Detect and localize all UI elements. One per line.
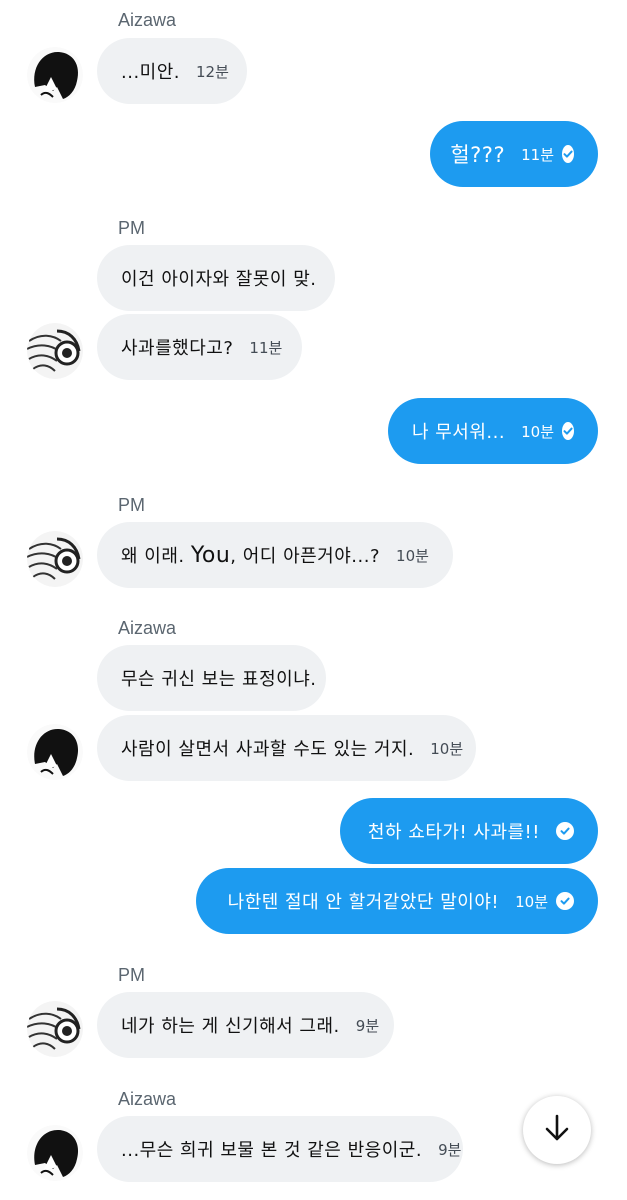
sender-name: PM [118, 218, 145, 238]
message-time: 9분 [438, 1140, 462, 1159]
message-text: 사람이 살면서 사과할 수도 있는 거지. [121, 739, 415, 760]
message-bubble-incoming[interactable]: 사과를했다고? 11분 [97, 314, 302, 380]
message-bubble-incoming[interactable]: 이건 아이자와 잘못이 맞. [97, 245, 335, 311]
message-time: 10분 [515, 892, 548, 911]
check-circle-icon [556, 822, 574, 840]
sender-name: PM [118, 495, 145, 515]
sender-name: Aizawa [118, 618, 177, 638]
message-text: 무슨 귀신 보는 표정이냐. [121, 669, 317, 690]
check-circle-icon [562, 422, 574, 440]
message-text: 네가 하는 게 신기해서 그래. [121, 1016, 340, 1037]
avatar-aizawa[interactable] [27, 47, 83, 103]
sender-name: PM [118, 965, 145, 985]
avatar-pm[interactable] [27, 323, 83, 379]
message-text-part: You [190, 543, 231, 568]
message-text: 이건 아이자와 잘못이 맞. [121, 269, 317, 290]
message-time: 10분 [396, 546, 429, 565]
message-text: 헐??? [450, 143, 506, 167]
message-bubble-incoming[interactable]: 왜 이래. You, 어디 아픈거야...? 10분 [97, 522, 453, 588]
avatar-aizawa[interactable] [27, 724, 83, 780]
message-time: 11분 [249, 338, 283, 357]
message-text: 사과를했다고? [121, 338, 234, 359]
message-text: 왜 이래. You, 어디 아픈거야...? [121, 542, 380, 568]
avatar-pm[interactable] [27, 1001, 83, 1057]
sender-name: Aizawa [118, 10, 177, 30]
message-text-part: , 어디 아픈거야...? [230, 546, 381, 567]
message-bubble-outgoing[interactable]: 천하 쇼타가! 사과를!! [340, 798, 598, 864]
avatar-pm[interactable] [27, 531, 83, 587]
message-bubble-incoming[interactable]: 사람이 살면서 사과할 수도 있는 거지. 10분 [97, 715, 476, 781]
message-text: ...무슨 희귀 보물 본 것 같은 반응이군. [121, 1140, 423, 1161]
message-text: 나한텐 절대 안 할거같았단 말이야! [227, 892, 500, 913]
message-time: 12분 [196, 62, 229, 81]
message-bubble-incoming[interactable]: ...무슨 희귀 보물 본 것 같은 반응이군. 9분 [97, 1116, 463, 1182]
message-time: 10분 [430, 739, 464, 758]
chat-thread: Aizawa ...미안. 12분 헐??? 11분 PM 이건 아이자와 잘못… [0, 0, 627, 1200]
message-time: 11분 [521, 145, 554, 164]
avatar-aizawa[interactable] [27, 1125, 83, 1181]
message-bubble-incoming[interactable]: 무슨 귀신 보는 표정이냐. [97, 645, 326, 711]
message-bubble-outgoing[interactable]: 나 무서워... 10분 [388, 398, 598, 464]
message-text: ...미안. [121, 62, 181, 83]
check-circle-icon [562, 145, 574, 163]
message-time: 9분 [355, 1016, 380, 1035]
message-text: 나 무서워... [411, 422, 506, 443]
check-circle-icon [556, 892, 574, 910]
message-text-part: 왜 이래. [121, 546, 191, 567]
message-bubble-incoming[interactable]: 네가 하는 게 신기해서 그래. 9분 [97, 992, 394, 1058]
sender-name: Aizawa [118, 1089, 177, 1109]
arrow-down-icon [542, 1113, 572, 1147]
message-time: 10분 [521, 422, 554, 441]
scroll-to-bottom-button[interactable] [523, 1096, 591, 1164]
message-text: 천하 쇼타가! 사과를!! [367, 822, 540, 843]
message-bubble-outgoing[interactable]: 나한텐 절대 안 할거같았단 말이야! 10분 [196, 868, 598, 934]
message-bubble-incoming[interactable]: ...미안. 12분 [97, 38, 247, 104]
message-bubble-outgoing[interactable]: 헐??? 11분 [430, 121, 598, 187]
